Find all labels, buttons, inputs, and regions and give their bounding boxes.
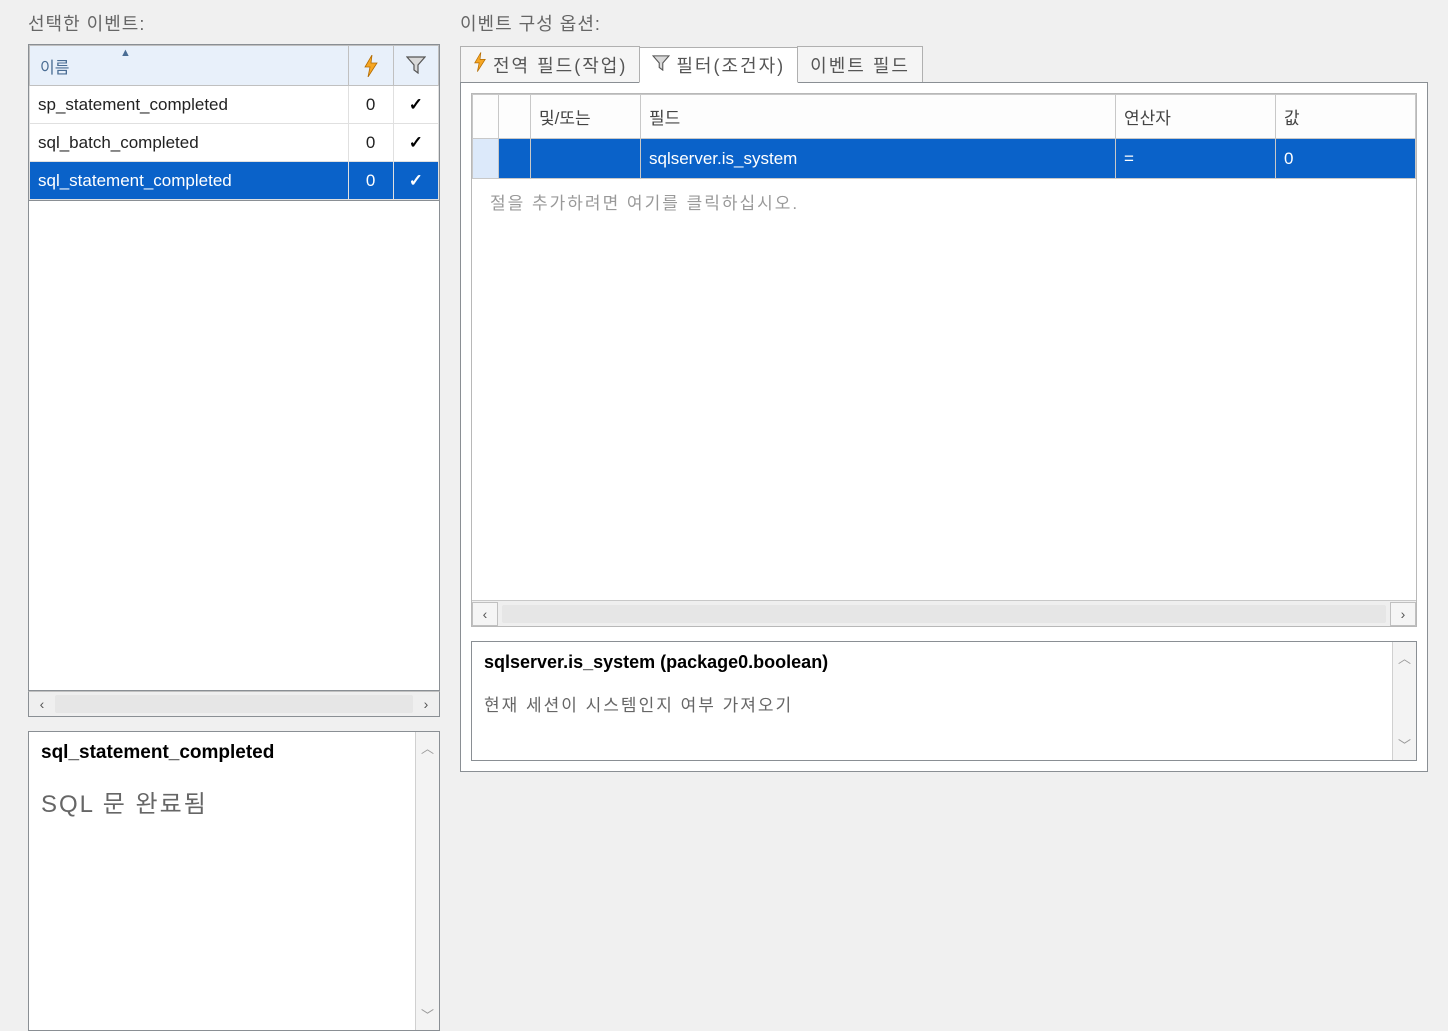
- event-row[interactable]: sql_batch_completed 0 ✓: [30, 124, 439, 162]
- scroll-track[interactable]: [502, 605, 1386, 623]
- event-filter-cell: ✓: [393, 86, 438, 124]
- event-row-selected[interactable]: sql_statement_completed 0 ✓: [30, 162, 439, 200]
- info-title: sqlserver.is_system (package0.boolean): [484, 652, 1380, 673]
- fg-header-andor[interactable]: 및/또는: [531, 95, 641, 139]
- event-name-cell: sql_statement_completed: [30, 162, 349, 200]
- sort-ascending-icon: ▲: [120, 47, 131, 59]
- filter-icon: [652, 55, 670, 76]
- filter-grid: 및/또는 필드 연산자 값 sqlserver.is_system =: [471, 93, 1417, 627]
- check-icon: ✓: [409, 95, 423, 114]
- fg-header-operator[interactable]: 연산자: [1116, 95, 1276, 139]
- desc-title: sql_statement_completed: [41, 742, 403, 764]
- event-filter-cell: ✓: [393, 162, 438, 200]
- event-filter-cell: ✓: [393, 124, 438, 162]
- fg-header-value[interactable]: 값: [1276, 95, 1416, 139]
- add-clause-hint[interactable]: 절을 추가하려면 여기를 클릭하십시오.: [472, 179, 1416, 224]
- filter-config-panel: 및/또는 필드 연산자 값 sqlserver.is_system =: [460, 82, 1428, 772]
- lightning-icon: [363, 57, 379, 74]
- event-name-header[interactable]: 이름 ▲: [30, 46, 349, 86]
- scroll-right-arrow-icon[interactable]: ›: [413, 692, 439, 716]
- fg-cell-operator[interactable]: =: [1116, 139, 1276, 179]
- tab-event-fields[interactable]: 이벤트 필드: [797, 46, 923, 82]
- filter-hscrollbar[interactable]: ‹ ›: [472, 600, 1416, 626]
- event-description-panel: sql_statement_completed SQL 문 완료됨 ︿ ﹀: [28, 731, 440, 1031]
- config-options-label: 이벤트 구성 옵션:: [460, 10, 1428, 36]
- check-icon: ✓: [409, 133, 423, 152]
- scroll-up-arrow-icon[interactable]: ︿: [416, 738, 439, 757]
- tab-filter-predicate[interactable]: 필터(조건자): [639, 47, 798, 83]
- fg-cell-indent: [473, 139, 499, 179]
- fg-cell-value[interactable]: 0: [1276, 139, 1416, 179]
- scroll-right-arrow-icon[interactable]: ›: [1390, 602, 1416, 626]
- event-hscrollbar[interactable]: ‹ ›: [28, 691, 440, 717]
- info-vscrollbar[interactable]: ︿ ﹀: [1392, 642, 1416, 760]
- fg-cell-btn[interactable]: [499, 139, 531, 179]
- event-body-blank: [28, 201, 440, 691]
- check-icon: ✓: [409, 171, 423, 190]
- event-count-header[interactable]: [348, 46, 393, 86]
- event-name-header-text: 이름: [40, 60, 69, 77]
- tab-label: 이벤트 필드: [810, 52, 910, 78]
- scroll-up-arrow-icon[interactable]: ︿: [1393, 648, 1416, 667]
- fg-header-blank2: [499, 95, 531, 139]
- event-table: 이름 ▲: [29, 45, 439, 200]
- event-count-cell: 0: [348, 124, 393, 162]
- event-row[interactable]: sp_statement_completed 0 ✓: [30, 86, 439, 124]
- tab-row: 전역 필드(작업) 필터(조건자) 이벤트 필드: [460, 44, 1428, 82]
- field-info-panel: sqlserver.is_system (package0.boolean) 현…: [471, 641, 1417, 761]
- fg-cell-andor[interactable]: [531, 139, 641, 179]
- lightning-icon: [473, 52, 487, 77]
- scroll-down-arrow-icon[interactable]: ﹀: [1393, 735, 1416, 754]
- desc-text: SQL 문 완료됨: [41, 784, 403, 819]
- event-filter-header[interactable]: [393, 46, 438, 86]
- info-text: 현재 세션이 시스템인지 여부 가져오기: [484, 691, 1380, 716]
- filter-row[interactable]: sqlserver.is_system = 0: [473, 139, 1416, 179]
- event-count-cell: 0: [348, 86, 393, 124]
- fg-header-field[interactable]: 필드: [641, 95, 1116, 139]
- fg-cell-field[interactable]: sqlserver.is_system: [641, 139, 1116, 179]
- tab-label: 전역 필드(작업): [493, 52, 627, 78]
- scroll-track[interactable]: [55, 695, 413, 713]
- desc-vscrollbar[interactable]: ︿ ﹀: [415, 732, 439, 1030]
- scroll-left-arrow-icon[interactable]: ‹: [29, 692, 55, 716]
- tab-label: 필터(조건자): [676, 52, 785, 78]
- scroll-down-arrow-icon[interactable]: ﹀: [416, 1005, 439, 1024]
- event-name-cell: sql_batch_completed: [30, 124, 349, 162]
- fg-header-blank1: [473, 95, 499, 139]
- event-count-cell: 0: [348, 162, 393, 200]
- tab-global-fields[interactable]: 전역 필드(작업): [460, 46, 640, 82]
- selected-events-label: 선택한 이벤트:: [28, 10, 440, 36]
- scroll-left-arrow-icon[interactable]: ‹: [472, 602, 498, 626]
- filter-icon: [406, 57, 426, 74]
- event-name-cell: sp_statement_completed: [30, 86, 349, 124]
- event-list-panel: 이름 ▲: [28, 44, 440, 201]
